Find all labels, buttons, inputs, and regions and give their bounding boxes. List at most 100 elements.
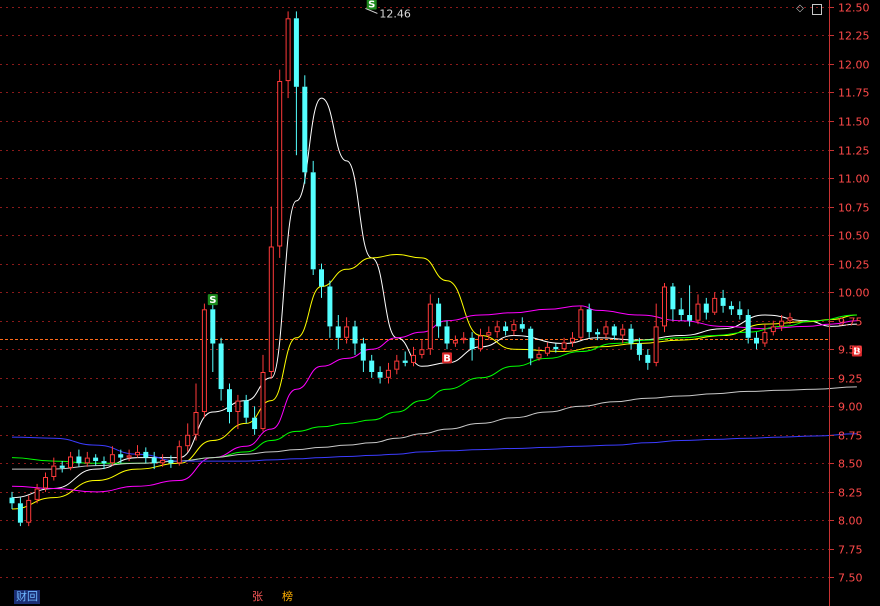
candle-body	[628, 328, 634, 344]
candle-body	[461, 337, 467, 341]
candle-body	[227, 389, 232, 412]
candle[interactable]	[26, 495, 32, 527]
ranking-button[interactable]: 榜	[282, 590, 293, 604]
candle-body	[687, 315, 693, 321]
candle-body	[503, 326, 509, 331]
y-tick-label: 12.25	[838, 30, 870, 43]
candle-body	[26, 499, 32, 523]
candle-body	[570, 337, 575, 343]
candle-body	[394, 360, 400, 370]
candle-body	[193, 412, 199, 435]
candle-body	[670, 286, 676, 310]
candle-body	[360, 343, 366, 361]
signal-label: S	[209, 295, 216, 306]
candle-body	[728, 305, 734, 310]
candle-body	[385, 369, 391, 378]
panel-icon[interactable]	[812, 4, 822, 15]
candle-body	[436, 303, 442, 327]
candle[interactable]	[302, 75, 308, 184]
candle-body	[678, 309, 684, 315]
candle-body	[611, 326, 617, 336]
diamond-icon[interactable]: ◇	[795, 4, 805, 14]
candle-body	[235, 400, 241, 413]
candle-body	[185, 434, 191, 447]
candle-body	[586, 309, 592, 333]
candle[interactable]	[277, 69, 283, 258]
candle-body	[293, 18, 299, 87]
candle-body	[168, 459, 174, 464]
candle[interactable]	[662, 283, 667, 333]
candle-body	[76, 456, 82, 464]
candle-body	[335, 326, 341, 338]
candle-body	[68, 456, 73, 468]
y-tick-label: 12.50	[838, 2, 870, 15]
candle-body	[662, 286, 667, 327]
candle-body	[620, 328, 626, 336]
candle-body	[770, 326, 776, 333]
y-tick-label: 10.25	[838, 259, 870, 272]
candle-body	[419, 349, 425, 355]
candle-body	[268, 246, 274, 372]
y-tick-label: 8.25	[838, 487, 863, 500]
finance-button[interactable]: 财回	[14, 590, 40, 604]
candle-body	[703, 303, 709, 313]
signal-label: B	[443, 353, 451, 364]
candle-body	[653, 326, 659, 363]
candle[interactable]	[310, 160, 316, 275]
kline-chart[interactable]: SSBB 12.46 12.5012.2512.0011.7511.5011.2…	[0, 0, 880, 606]
candle-body	[645, 354, 651, 363]
candle-body	[210, 309, 216, 344]
candle-body	[720, 297, 726, 306]
candle[interactable]	[201, 303, 207, 418]
y-tick-label: 10.75	[838, 202, 870, 215]
candle-body	[84, 457, 90, 464]
candle-body	[176, 446, 182, 464]
candle-body	[494, 326, 500, 333]
candle-body	[603, 326, 609, 335]
candle-body	[17, 503, 23, 523]
annotation-label: 12.46	[379, 7, 411, 20]
y-tick-label: 9.25	[838, 373, 863, 386]
candle-body	[59, 465, 65, 468]
candle-body	[695, 303, 701, 321]
candle-body	[160, 459, 166, 464]
candle-body	[9, 497, 15, 504]
candle-body	[319, 269, 324, 287]
y-tick-label: 10.50	[838, 230, 870, 243]
candle-body	[427, 303, 433, 350]
limit-up-button[interactable]: 张	[252, 590, 263, 604]
candle-body	[636, 343, 642, 355]
candle-body	[377, 372, 383, 378]
y-tick-label: 11.25	[838, 145, 870, 158]
chart-background	[0, 0, 880, 606]
candle-body	[754, 337, 759, 344]
candle-body	[779, 320, 785, 327]
candle-body	[126, 455, 132, 458]
candle-body	[252, 417, 258, 430]
candle-body	[369, 360, 375, 372]
candle-body	[712, 297, 718, 313]
candle-body	[519, 324, 525, 329]
y-tick-label: 12.00	[838, 59, 870, 72]
candle-body	[469, 337, 475, 350]
y-tick-label: 7.50	[838, 572, 863, 585]
candle-body	[402, 360, 408, 363]
candle-body	[511, 324, 517, 331]
candle-body	[762, 332, 768, 344]
candle-body	[218, 343, 224, 390]
candle-body	[151, 457, 157, 464]
candle-body	[737, 309, 743, 315]
candle-body	[528, 328, 534, 359]
candle-body	[34, 488, 40, 500]
candle-body	[51, 465, 57, 478]
candle-body	[411, 354, 416, 363]
candle-body	[118, 454, 124, 458]
candle-body	[243, 400, 249, 418]
candle-body	[352, 326, 358, 344]
candle-body	[101, 461, 107, 464]
candle-body	[143, 451, 149, 458]
candle-body	[43, 477, 48, 489]
candle-body	[310, 172, 316, 270]
candle-body	[201, 309, 207, 412]
candle[interactable]	[578, 305, 584, 341]
